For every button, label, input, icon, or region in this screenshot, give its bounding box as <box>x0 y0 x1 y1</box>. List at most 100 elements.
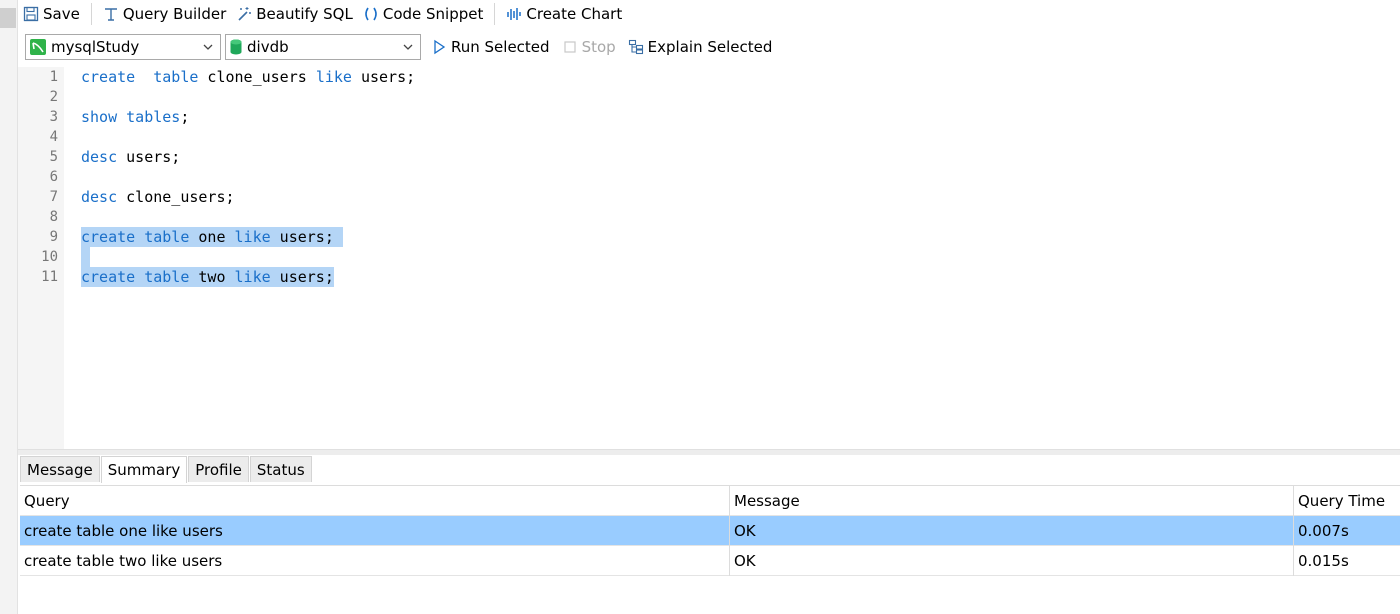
sql-keyword: desc <box>81 188 118 206</box>
result-tabs: Message Summary Profile Status <box>20 456 313 483</box>
connection-select[interactable]: mysqlStudy <box>25 34 221 60</box>
line-number: 9 <box>49 229 58 245</box>
side-panel-handle[interactable] <box>0 8 16 28</box>
save-button[interactable]: Save <box>18 2 85 26</box>
play-icon <box>434 39 446 55</box>
create-chart-icon <box>507 8 522 20</box>
editor-results-splitter[interactable] <box>18 449 1400 455</box>
code-text: one <box>189 228 235 246</box>
line-number: 7 <box>49 189 58 205</box>
stop-button[interactable]: Stop <box>556 34 622 60</box>
message-cell: OK <box>730 516 1294 546</box>
code-line-5: desc users; <box>81 147 180 167</box>
table-row[interactable]: create table one like users OK 0.007s <box>20 516 1400 546</box>
chevron-down-icon <box>403 44 413 50</box>
table-row[interactable]: create table two like users OK 0.015s <box>20 546 1400 576</box>
code-line-1: create table clone_users like users; <box>81 67 415 87</box>
line-number: 4 <box>49 129 58 145</box>
column-header-query-time[interactable]: Query Time <box>1294 486 1400 516</box>
tab-summary[interactable]: Summary <box>100 456 188 483</box>
line-number: 3 <box>49 109 58 125</box>
sql-keyword: show <box>81 108 118 126</box>
code-snippet-icon <box>365 7 377 21</box>
code-text: two <box>189 268 235 286</box>
run-selected-label: Run Selected <box>451 38 550 56</box>
create-chart-label: Create Chart <box>526 5 623 23</box>
code-text: clone_users <box>198 68 316 86</box>
column-header-message[interactable]: Message <box>730 486 1294 516</box>
explain-icon <box>628 39 643 55</box>
tab-profile[interactable]: Profile <box>188 456 249 482</box>
code-text: users; <box>117 148 181 166</box>
line-number: 11 <box>41 269 58 285</box>
line-number: 8 <box>49 209 58 225</box>
stop-label: Stop <box>581 38 616 56</box>
code-snippet-button[interactable]: Code Snippet <box>358 2 489 26</box>
tab-message[interactable]: Message <box>20 456 100 482</box>
code-text: clone_users; <box>117 188 235 206</box>
sql-keyword: table <box>144 268 190 286</box>
query-toolbar: mysqlStudy divdb Run Selected Stop Expla… <box>18 31 1400 63</box>
column-header-query[interactable]: Query <box>20 486 730 516</box>
sql-keyword: table <box>144 228 190 246</box>
line-number: 10 <box>41 249 58 265</box>
code-line-10 <box>81 247 90 267</box>
code-text: users; <box>270 268 334 286</box>
save-label: Save <box>43 5 80 23</box>
sql-keyword: like <box>315 68 352 86</box>
sql-keyword: create <box>81 228 136 246</box>
save-icon <box>23 6 39 22</box>
query-editor-window: Save Query Builder Beautify SQL Code Sni… <box>0 0 1400 614</box>
code-line-9: create table one like users; <box>81 227 343 247</box>
database-select[interactable]: divdb <box>225 34 421 60</box>
connection-value: mysqlStudy <box>51 38 140 56</box>
table-header: Query Message Query Time <box>20 486 1400 516</box>
code-text: users; <box>270 228 343 246</box>
toolbar-divider <box>494 3 496 25</box>
sql-keyword: like <box>234 228 271 246</box>
database-value: divdb <box>247 38 289 56</box>
line-number: 1 <box>49 69 58 85</box>
stop-icon <box>563 41 576 53</box>
message-cell: OK <box>730 546 1294 576</box>
line-number: 6 <box>49 169 58 185</box>
query-time-cell: 0.007s <box>1298 522 1349 540</box>
code-text: users; <box>351 68 416 86</box>
explain-selected-button[interactable]: Explain Selected <box>622 34 779 60</box>
code-line-7: desc clone_users; <box>81 187 235 207</box>
database-icon <box>230 39 242 55</box>
code-text: ; <box>180 108 190 126</box>
line-number: 2 <box>49 89 58 105</box>
sql-keyword: like <box>234 268 271 286</box>
side-panel-strip <box>0 0 18 614</box>
query-cell: create table two like users <box>20 546 730 576</box>
sql-keyword: create <box>81 68 136 86</box>
code-snippet-label: Code Snippet <box>382 5 484 23</box>
main-toolbar: Save Query Builder Beautify SQL Code Sni… <box>18 0 1400 28</box>
sql-editor[interactable]: 1 2 3 4 5 6 7 8 9 10 11 create table clo… <box>18 67 1400 449</box>
explain-selected-label: Explain Selected <box>647 38 773 56</box>
line-number: 5 <box>49 149 58 165</box>
query-builder-button[interactable]: Query Builder <box>98 2 231 26</box>
beautify-sql-button[interactable]: Beautify SQL <box>231 2 358 26</box>
query-builder-label: Query Builder <box>122 5 227 23</box>
line-number-gutter: 1 2 3 4 5 6 7 8 9 10 11 <box>18 67 64 449</box>
query-builder-icon <box>104 8 117 21</box>
connection-icon <box>30 39 46 55</box>
sql-keyword: create <box>81 268 136 286</box>
sql-keyword: desc <box>81 148 118 166</box>
sql-keyword: tables <box>126 108 181 126</box>
beautify-sql-label: Beautify SQL <box>256 5 353 23</box>
summary-table: Query Message Query Time create table on… <box>20 485 1400 576</box>
sql-keyword: table <box>153 68 199 86</box>
run-selected-button[interactable]: Run Selected <box>425 34 556 60</box>
beautify-icon <box>238 7 252 21</box>
tab-status[interactable]: Status <box>249 456 312 482</box>
query-cell: create table one like users <box>20 516 730 546</box>
chevron-down-icon <box>203 44 213 50</box>
create-chart-button[interactable]: Create Chart <box>501 2 627 26</box>
